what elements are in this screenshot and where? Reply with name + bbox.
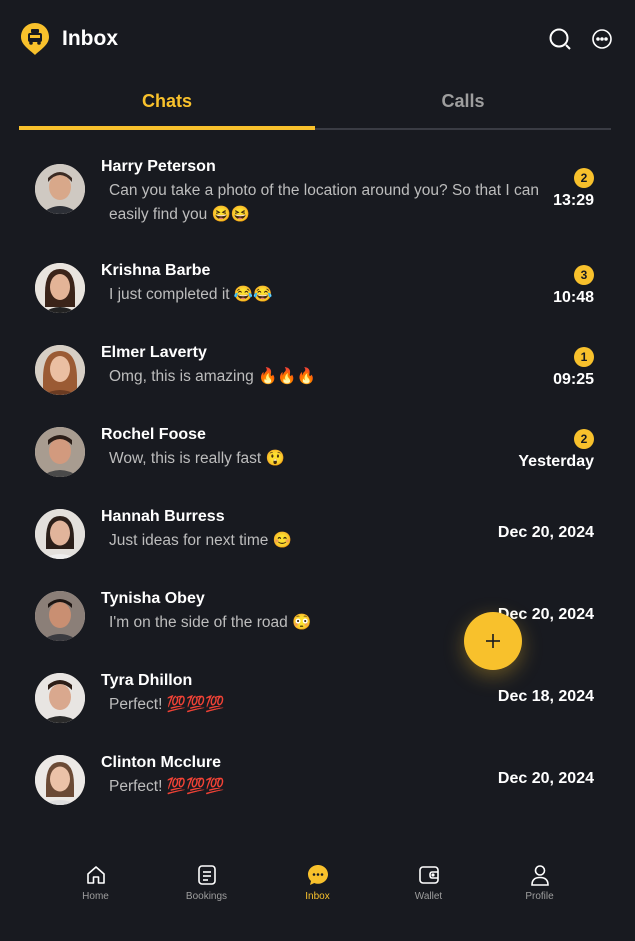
chat-item[interactable]: Rochel Foose Wow, this is really fast 😲 … [0, 415, 635, 497]
unread-badge: 3 [574, 265, 594, 285]
avatar [35, 509, 85, 559]
message-time: Dec 20, 2024 [497, 524, 594, 541]
avatar [35, 427, 85, 477]
message-preview: Perfect! 💯💯💯 [109, 778, 225, 795]
contact-name: Elmer Laverty [101, 344, 207, 361]
home-icon [84, 863, 108, 887]
message-preview: Perfect! 💯💯💯 [109, 696, 225, 713]
message-time: Dec 18, 2024 [497, 688, 594, 705]
header: Inbox [0, 0, 635, 78]
nav-bookings[interactable]: Bookings [172, 863, 242, 902]
contact-name: Krishna Barbe [101, 262, 211, 279]
tab-bar: Chats Calls [19, 80, 611, 130]
nav-label: Home [82, 891, 109, 902]
unread-badge: 1 [574, 347, 594, 367]
avatar [35, 164, 85, 214]
plus-icon [486, 634, 500, 648]
bottom-navigation: Home Bookings Inbox Wallet Profile [0, 845, 635, 941]
chat-item[interactable]: Clinton Mcclure Perfect! 💯💯💯 Dec 20, 202… [0, 743, 635, 825]
chat-item[interactable]: Tynisha Obey I'm on the side of the road… [0, 579, 635, 661]
tab-calls[interactable]: Calls [315, 80, 611, 130]
nav-label: Bookings [185, 891, 228, 902]
unread-badge: 2 [574, 168, 594, 188]
message-preview: I just completed it 😂😂 [109, 286, 273, 303]
chat-item[interactable]: Tyra Dhillon Perfect! 💯💯💯 Dec 18, 2024 [0, 661, 635, 743]
tab-chats[interactable]: Chats [19, 80, 315, 130]
nav-label: Wallet [414, 891, 443, 902]
chat-item[interactable]: Harry Peterson Can you take a photo of t… [0, 146, 635, 251]
inbox-icon [306, 863, 330, 887]
message-preview: Just ideas for next time 😊 [109, 532, 292, 549]
message-preview: Wow, this is really fast 😲 [109, 450, 285, 467]
new-chat-button[interactable] [464, 612, 522, 670]
page-title: Inbox [62, 27, 118, 50]
chat-item[interactable]: Krishna Barbe I just completed it 😂😂 3 1… [0, 251, 635, 333]
avatar [35, 755, 85, 805]
message-time: Dec 20, 2024 [497, 770, 594, 787]
avatar [35, 591, 85, 641]
message-time: 13:29 [553, 192, 594, 209]
unread-badge: 2 [574, 429, 594, 449]
chat-item[interactable]: Hannah Burress Just ideas for next time … [0, 497, 635, 579]
nav-home[interactable]: Home [61, 863, 131, 902]
bookings-icon [195, 863, 219, 887]
wallet-icon [417, 863, 441, 887]
nav-wallet[interactable]: Wallet [394, 863, 464, 902]
nav-label: Profile [525, 891, 554, 902]
message-preview: Omg, this is amazing 🔥🔥🔥 [109, 368, 316, 385]
avatar [35, 263, 85, 313]
profile-icon [528, 863, 552, 887]
contact-name: Harry Peterson [101, 158, 216, 175]
search-icon[interactable] [547, 26, 573, 52]
chat-item[interactable]: Elmer Laverty Omg, this is amazing 🔥🔥🔥 1… [0, 333, 635, 415]
taxi-logo-icon [20, 22, 50, 56]
nav-inbox[interactable]: Inbox [283, 863, 353, 902]
avatar [35, 673, 85, 723]
nav-profile[interactable]: Profile [505, 863, 575, 902]
more-options-icon[interactable] [589, 26, 615, 52]
message-time: 09:25 [553, 371, 594, 388]
nav-label: Inbox [305, 891, 330, 902]
message-time: 10:48 [553, 289, 594, 306]
avatar [35, 345, 85, 395]
message-time: Yesterday [518, 453, 594, 470]
chat-list: Harry Peterson Can you take a photo of t… [0, 146, 635, 825]
message-preview: Can you take a photo of the location aro… [109, 182, 539, 223]
inbox-screen: Inbox Chats Calls Harry Peterson Can you… [0, 0, 635, 941]
